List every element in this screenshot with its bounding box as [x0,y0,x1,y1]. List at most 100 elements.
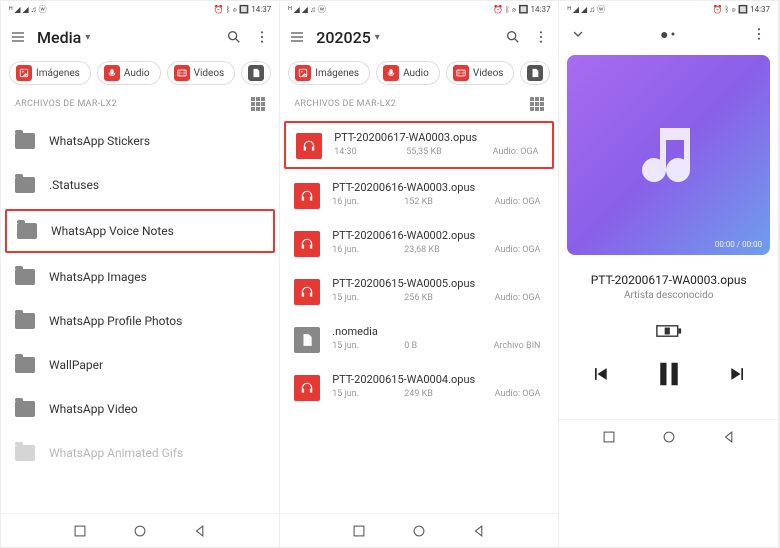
filter-chip[interactable]: Imágenes [9,61,91,85]
folder-item[interactable]: WhatsApp Profile Photos [1,299,279,343]
nav-back[interactable] [722,430,736,444]
filter-chip[interactable]: Audio [376,61,440,85]
phone-panel-player: ᴴ ◢ ◢ ♫ ⓦ ⏰ ᛒ ⌀ 🔲 14:37 ●• 00:00 / 00:00… [559,1,779,547]
more-icon[interactable] [253,28,271,46]
folder-icon [15,177,35,193]
img-icon [295,65,311,81]
file-date: 15 jun. [332,293,380,303]
phone-panel-media: ᴴ ◢ ◢ ♫ ⓦ ⏰ ᛒ ⌀ 🔲 14:37 Media ▾ Imágenes… [1,1,280,547]
file-type: Audio: OGA [476,389,544,399]
collapse-icon[interactable] [569,25,587,43]
audio-icon [294,231,320,257]
file-size: 152 KB [404,197,452,207]
doc-icon [248,65,264,81]
file-date: 14:30 [334,147,382,157]
folder-label: WallPaper [49,358,103,372]
file-date: 15 jun. [332,341,380,351]
status-right-icons: ⏰ ᛒ ⌀ 🔲 [214,5,249,14]
menu-icon[interactable] [9,28,27,46]
status-right: ⏰ ᛒ ⌀ 🔲 14:37 [713,5,770,14]
folder-item[interactable]: WhatsApp Animated Gifs [1,431,279,475]
next-button[interactable] [728,364,748,384]
more-icon[interactable] [532,28,550,46]
app-bar: Media ▾ [1,17,279,57]
file-name: PTT-20200615-WA0004.opus [332,373,544,386]
folder-item[interactable]: WhatsApp Video [1,387,279,431]
appbar-title[interactable]: 202025 ▾ [316,28,380,47]
nav-home[interactable] [133,524,147,538]
pause-button[interactable] [654,359,684,389]
folder-item[interactable]: WhatsApp Voice Notes [5,209,275,253]
file-meta: 16 jun.23,68 KBAudio: OGA [332,245,544,255]
track-title: PTT-20200617-WA0003.opus [569,273,768,287]
nav-home[interactable] [412,524,426,538]
file-size: 23,68 KB [404,245,452,255]
more-icon[interactable] [750,25,768,43]
app-bar: 202025 ▾ [280,17,558,57]
filter-chip[interactable]: Videos [446,61,515,85]
folder-item[interactable]: WallPaper [1,343,279,387]
aud-icon [104,65,120,81]
file-item[interactable]: PTT-20200617-WA0003.opus14:3055,35 KBAud… [284,121,554,169]
folder-label: WhatsApp Video [49,402,138,416]
status-time: 14:37 [251,5,271,14]
filter-chip[interactable] [520,61,550,85]
nav-recents[interactable] [602,430,616,444]
file-item[interactable]: PTT-20200616-WA0002.opus16 jun.23,68 KBA… [280,219,558,267]
file-type: Audio: OGA [476,293,544,303]
vid-icon [174,65,190,81]
filter-chip[interactable]: Videos [167,61,236,85]
battery-icon[interactable] [559,309,778,349]
file-name: PTT-20200616-WA0002.opus [332,229,544,242]
search-icon[interactable] [504,28,522,46]
view-grid-icon[interactable] [251,97,265,111]
folder-item[interactable]: WhatsApp Stickers [1,119,279,163]
view-grid-icon[interactable] [530,97,544,111]
folder-icon [15,269,35,285]
file-item[interactable]: .nomedia15 jun.0 BArchivo BIN [280,315,558,363]
prev-button[interactable] [590,364,610,384]
playback-controls [559,349,778,419]
status-right: ⏰ ᛒ ⌀ 🔲 14:37 [493,5,550,14]
nav-home[interactable] [662,430,676,444]
file-item[interactable]: PTT-20200615-WA0005.opus15 jun.256 KBAud… [280,267,558,315]
nav-recents[interactable] [352,524,366,538]
filter-chip[interactable]: Imágenes [288,61,370,85]
nav-back[interactable] [193,524,207,538]
file-name: PTT-20200615-WA0005.opus [332,277,544,290]
folder-icon [15,357,35,373]
search-icon[interactable] [225,28,243,46]
nav-bar [280,513,558,547]
file-size: 55,35 KB [406,147,454,157]
file-type: Archivo BIN [476,341,544,351]
appbar-title[interactable]: Media ▾ [37,28,90,47]
status-left-icons: ᴴ ◢ ◢ ♫ ⓦ [9,4,47,15]
folder-icon [15,313,35,329]
folder-label: WhatsApp Profile Photos [49,314,182,328]
file-meta: 15 jun.0 BArchivo BIN [332,341,544,351]
nav-recents[interactable] [73,524,87,538]
audio-icon [294,279,320,305]
file-date: 16 jun. [332,245,380,255]
nav-bar [559,419,778,453]
track-info: PTT-20200617-WA0003.opus Artista descono… [559,259,778,309]
filter-chips: Imágenes Audio Videos [1,57,279,89]
file-item[interactable]: PTT-20200615-WA0004.opus 15 jun. 249 KB Aud… [280,363,558,411]
status-bar: ᴴ ◢ ◢ ♫ ⓦ ⏰ ᛒ ⌀ 🔲 14:37 [1,1,279,17]
chip-label: Audio [124,68,150,79]
status-bar: ᴴ ◢ ◢ ♫ ⓦ ⏰ ᛒ ⌀ 🔲 14:37 [280,1,558,17]
menu-icon[interactable] [288,28,306,46]
nav-back[interactable] [472,524,486,538]
filter-chip[interactable] [241,61,271,85]
folder-item[interactable]: WhatsApp Images [1,255,279,299]
folder-item[interactable]: .Statuses [1,163,279,207]
chevron-down-icon: ▾ [85,32,90,43]
filter-chip[interactable]: Audio [97,61,161,85]
file-size: 249 KB [404,389,452,399]
file-type: Audio: OGA [478,147,542,157]
folder-icon [15,133,35,149]
file-date: 15 jun. [332,389,380,399]
file-item[interactable]: PTT-20200616-WA0003.opus16 jun.152 KBAud… [280,171,558,219]
status-right: ⏰ ᛒ ⌀ 🔲 14:37 [214,5,271,14]
phone-panel-files: ᴴ ◢ ◢ ♫ ⓦ ⏰ ᛒ ⌀ 🔲 14:37 202025 ▾ Imágene… [280,1,559,547]
